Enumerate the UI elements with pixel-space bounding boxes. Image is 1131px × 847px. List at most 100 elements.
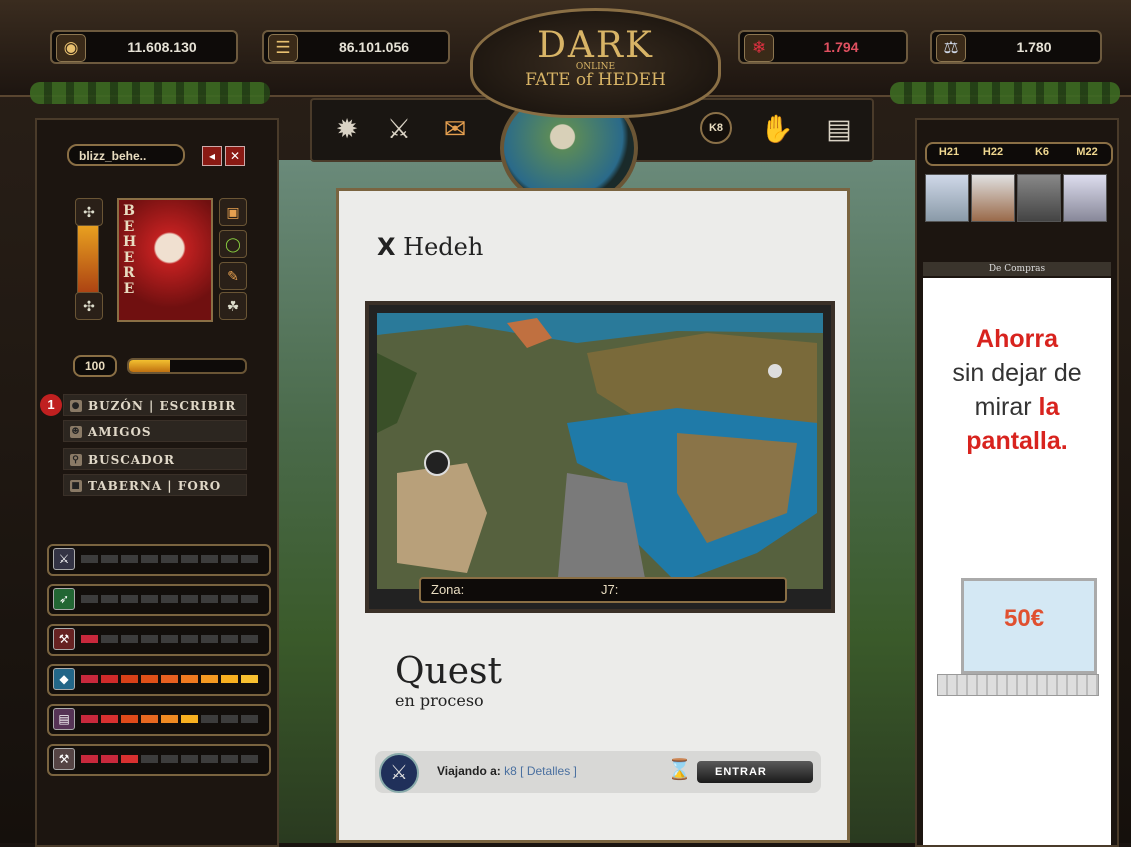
skill-segment bbox=[101, 715, 118, 723]
skill-segment bbox=[161, 595, 178, 603]
tools-icon: ⚒ bbox=[53, 748, 75, 770]
scroll-icon[interactable]: ✎ bbox=[219, 262, 247, 290]
main-content: Х Hedeh Zona: J7: Quest en proceso ⚔ Via… bbox=[336, 188, 850, 843]
skill-segment bbox=[241, 595, 258, 603]
ad-line4: pantalla. bbox=[966, 427, 1068, 455]
switch-button[interactable]: ◂ bbox=[202, 146, 222, 166]
skill-segment bbox=[101, 595, 118, 603]
skill-segment bbox=[121, 595, 138, 603]
skill-segment bbox=[241, 555, 258, 563]
current-zone-button[interactable]: K8 bbox=[700, 112, 732, 144]
skill-segment bbox=[81, 755, 98, 763]
skill-segment bbox=[221, 595, 238, 603]
skill-segment bbox=[161, 675, 178, 683]
city-tab-m22[interactable]: M22 bbox=[1067, 144, 1107, 160]
right-panel: H21 H22 K6 M22 De Compras Ahorra sin dej… bbox=[915, 118, 1119, 847]
skill-segment bbox=[141, 755, 158, 763]
menu-search[interactable]: ⚲ BUSCADOR bbox=[63, 448, 247, 470]
travel-label: Viajando a: bbox=[437, 764, 501, 778]
close-button[interactable]: ✕ bbox=[225, 146, 245, 166]
region-title-text: Hedeh bbox=[403, 233, 484, 261]
city-tab-h21[interactable]: H21 bbox=[931, 144, 967, 160]
scroll-map-icon[interactable]: ✉ bbox=[434, 108, 476, 150]
skill-segment bbox=[161, 635, 178, 643]
battle-swords-icon[interactable]: ⚔ bbox=[378, 108, 420, 150]
quest-title: Quest bbox=[395, 651, 502, 692]
city-thumb-m22[interactable] bbox=[1063, 174, 1107, 222]
skill-row[interactable]: ◆ bbox=[47, 664, 271, 696]
ranking-icon[interactable]: ▤ bbox=[818, 108, 860, 150]
skill-segment bbox=[161, 555, 178, 563]
city-thumb-k6[interactable] bbox=[1017, 174, 1061, 222]
book-icon: ▤ bbox=[53, 708, 75, 730]
details-link[interactable]: [ Detalles ] bbox=[520, 764, 577, 778]
city-thumb-h22[interactable] bbox=[971, 174, 1015, 222]
skill-segment bbox=[181, 755, 198, 763]
tavern-icon: ■ bbox=[70, 480, 82, 492]
travel-destination[interactable]: k8 bbox=[504, 764, 517, 778]
level-badge: 100 bbox=[73, 355, 117, 377]
gold-value: 11.608.130 bbox=[127, 39, 197, 55]
menu-friends[interactable]: ☻ AMIGOS bbox=[63, 420, 247, 442]
experience-fill bbox=[129, 360, 170, 372]
skill-segment bbox=[221, 675, 238, 683]
skill-segment bbox=[101, 635, 118, 643]
avatar[interactable]: BEHERE bbox=[117, 198, 213, 322]
skill-segment bbox=[181, 595, 198, 603]
skill-segment bbox=[221, 635, 238, 643]
menu-search-label: BUSCADOR bbox=[88, 453, 175, 467]
ad-line3b: la bbox=[1038, 393, 1060, 421]
skill-row[interactable]: ⚒ bbox=[47, 624, 271, 656]
zone-value: J7: bbox=[601, 582, 619, 597]
skill-row[interactable]: ⚒ bbox=[47, 744, 271, 776]
ad-keyboard-image bbox=[937, 674, 1099, 696]
ad-line3a: mirar bbox=[974, 393, 1032, 421]
skill-segment bbox=[241, 755, 258, 763]
chest-icon[interactable]: ▣ bbox=[219, 198, 247, 226]
skill-segment bbox=[181, 715, 198, 723]
quest-subtitle: en proceso bbox=[395, 691, 484, 710]
skill-segment bbox=[101, 675, 118, 683]
advertisement[interactable]: Ahorra sin dejar de mirar la pantalla. 5… bbox=[923, 278, 1111, 845]
ad-header: De Compras bbox=[923, 262, 1111, 276]
city-tab-h22[interactable]: H22 bbox=[975, 144, 1011, 160]
skill-segment bbox=[141, 555, 158, 563]
game-logo: DARK ONLINE FATE of HEDEH bbox=[470, 8, 721, 118]
zone-label: Zona: bbox=[431, 582, 465, 597]
skill-row[interactable]: ➶ bbox=[47, 584, 271, 616]
shield-icon: ◆ bbox=[53, 668, 75, 690]
compass-icon-bottom[interactable]: ✣ bbox=[75, 292, 103, 320]
skill-row[interactable]: ▤ bbox=[47, 704, 271, 736]
city-thumb-h21[interactable] bbox=[925, 174, 969, 222]
skill-segment bbox=[101, 555, 118, 563]
menu-tavern[interactable]: ■ TABERNA | FORO bbox=[63, 474, 247, 496]
ad-line1: Ahorra bbox=[976, 325, 1058, 353]
vine-decoration-right bbox=[890, 82, 1120, 104]
skill-segment bbox=[181, 555, 198, 563]
skill-segment bbox=[241, 715, 258, 723]
spiral-icon[interactable]: ◯ bbox=[219, 230, 247, 258]
world-map-frame: Zona: J7: bbox=[365, 301, 835, 613]
logo-fate: FATE of HEDEH bbox=[525, 70, 666, 90]
city-tab-k6[interactable]: K6 bbox=[1027, 144, 1057, 160]
skill-row[interactable]: ⚔ bbox=[47, 544, 271, 576]
vine-decoration-left bbox=[30, 82, 270, 104]
ad-price: 50€ bbox=[1004, 605, 1045, 632]
army-icon[interactable]: ✹ bbox=[326, 108, 368, 150]
potion-value: 1.780 bbox=[1016, 39, 1052, 55]
compass-icon[interactable]: ✣ bbox=[75, 198, 103, 226]
logo-dark: DARK bbox=[537, 25, 654, 66]
skill-segment bbox=[141, 675, 158, 683]
enter-button[interactable]: ENTRAR bbox=[697, 761, 813, 783]
player-panel: blizz_behe.. ◂ ✕ ✣ ✣ BEHERE ▣ ◯ ✎ ☘ 100 … bbox=[35, 118, 279, 847]
skill-segment bbox=[241, 675, 258, 683]
menu-mail[interactable]: ● BUZÓN | ESCRIBIR bbox=[63, 394, 247, 416]
paw-icon[interactable]: ☘ bbox=[219, 292, 247, 320]
handshake-icon[interactable]: ✋ bbox=[756, 108, 798, 150]
skill-segment bbox=[221, 555, 238, 563]
skill-segment bbox=[121, 635, 138, 643]
skill-segment bbox=[121, 675, 138, 683]
skill-segment bbox=[201, 715, 218, 723]
region-title: Х Hedeh bbox=[377, 233, 483, 261]
world-map[interactable] bbox=[377, 313, 823, 589]
